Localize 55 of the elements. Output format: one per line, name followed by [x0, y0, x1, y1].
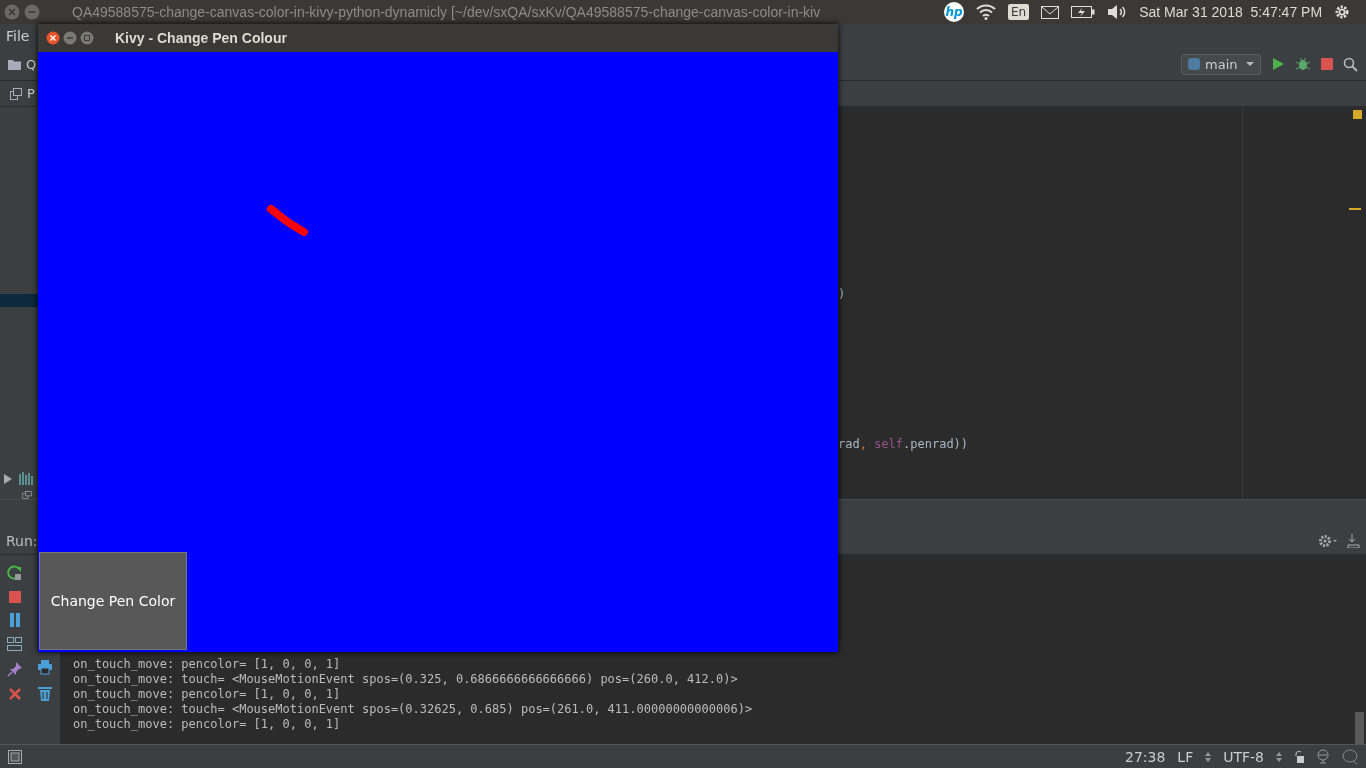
scrollbar[interactable] [1355, 712, 1364, 744]
tool-window-tab[interactable]: P [10, 86, 35, 101]
console-line: on_touch_move: touch= <MouseMotionEvent spos=(0.32625, 0.685) pos=(261.0, 411.00000000000006)> [73, 702, 754, 717]
folder-icon [8, 58, 21, 70]
encoding-selector[interactable]: UTF-8 [1223, 748, 1264, 765]
caret-icon [1246, 62, 1254, 66]
menu-item[interactable]: File [6, 28, 30, 44]
run-config-dropdown[interactable]: main [1181, 53, 1261, 75]
change-pen-color-button[interactable]: Change Pen Color [39, 552, 187, 650]
breadcrumb[interactable]: Q [8, 56, 37, 72]
gear-icon[interactable] [1318, 534, 1338, 548]
console-line: on_touch_move: pencolor= [1, 0, 0, 1] [73, 717, 342, 732]
wifi-icon[interactable] [976, 4, 996, 20]
bug-icon[interactable] [1295, 56, 1311, 72]
rerun-icon[interactable] [7, 565, 23, 581]
bars-icon [18, 472, 34, 486]
drawing-canvas[interactable]: Change Pen Color [38, 52, 838, 652]
keyboard-layout[interactable]: En [1008, 4, 1030, 20]
console-line: on_touch_move: pencolor= [1, 0, 0, 1] [73, 657, 342, 672]
clock[interactable]: Sat Mar 31 2018 5:47:47 PM [1139, 4, 1323, 20]
download-icon[interactable] [1346, 534, 1360, 548]
code-line: ) [838, 287, 846, 302]
expand-icon[interactable] [4, 473, 12, 484]
print-icon[interactable] [37, 659, 53, 675]
pin-icon[interactable] [7, 661, 23, 677]
cursor-position[interactable]: 27:38 [1124, 748, 1166, 765]
console-line: on_touch_move: touch= <MouseMotionEvent spos=(0.325, 0.6866666666666666) pos=(260.0, 412.0)> [73, 672, 739, 687]
trash-icon[interactable] [37, 685, 53, 701]
window-icon [10, 87, 22, 100]
settings-icon[interactable] [1334, 4, 1351, 20]
pen-stroke [266, 204, 310, 238]
volume-icon[interactable] [1107, 5, 1128, 19]
minimize-icon[interactable] [24, 4, 40, 20]
mail-icon[interactable] [1041, 5, 1060, 19]
code-line: rad, self.penrad)) [838, 437, 969, 452]
panel-icon[interactable] [8, 749, 22, 764]
maximize-icon[interactable] [80, 31, 94, 45]
run-panel-label: Run: [6, 533, 38, 549]
up-down-icon[interactable] [1205, 751, 1212, 762]
battery-icon[interactable] [1071, 6, 1096, 18]
search-icon[interactable] [1343, 56, 1358, 72]
chat-icon[interactable] [1342, 748, 1358, 765]
warning-marker[interactable] [1353, 110, 1362, 119]
console-line: on_touch_move: pencolor= [1, 0, 0, 1] [73, 687, 342, 702]
pause-icon[interactable] [8, 613, 22, 627]
lock-icon[interactable] [1294, 750, 1304, 763]
line-separator-selector[interactable]: LF [1177, 748, 1194, 765]
layout-icon[interactable] [7, 637, 23, 651]
window-title: Kivy - Change Pen Colour [115, 30, 287, 46]
run-icon[interactable] [1271, 57, 1285, 71]
window-title: QA49588575-change-canvas-color-in-kivy-python-dynamicly [~/dev/sxQA/sxKv/QA49588575-change-canvas-color-in-kiv [72, 4, 822, 20]
close-icon[interactable] [46, 31, 60, 45]
inspector-icon[interactable] [1316, 748, 1330, 765]
python-icon [1188, 58, 1200, 70]
up-down-icon[interactable] [1276, 751, 1282, 762]
